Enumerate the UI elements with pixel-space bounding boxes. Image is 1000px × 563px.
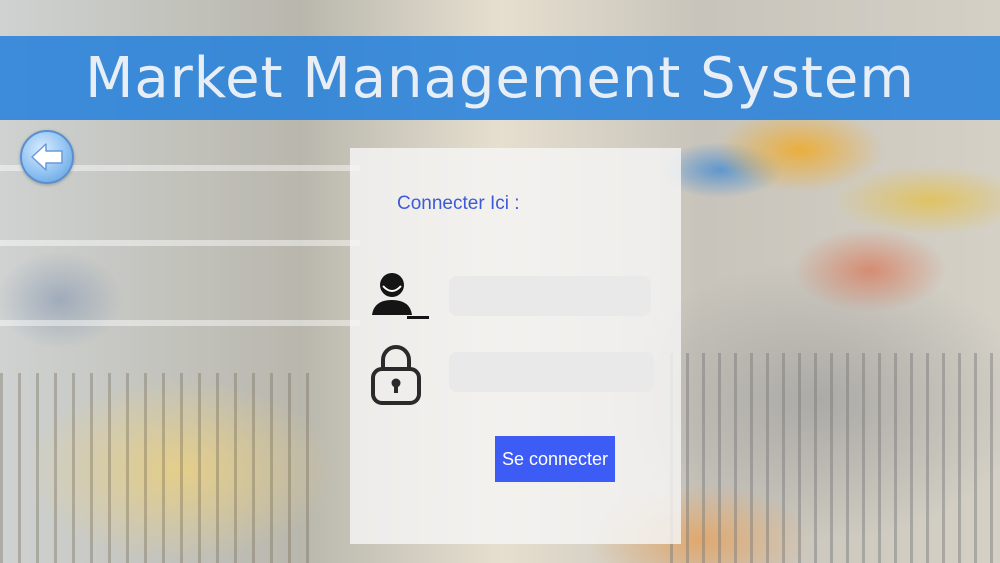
login-panel: Connecter Ici : Se connecter: [350, 148, 681, 544]
user-icon: [372, 273, 429, 319]
title-bar: Market Management System: [0, 36, 1000, 120]
shelf-decoration: [0, 240, 360, 246]
back-arrow-icon: [31, 143, 63, 171]
lock-icon: [371, 345, 421, 405]
username-field[interactable]: [449, 276, 651, 316]
cart-decoration: [670, 353, 1000, 563]
password-field[interactable]: [449, 352, 654, 392]
app-title: Market Management System: [85, 45, 915, 111]
cart-decoration: [0, 373, 320, 563]
back-button[interactable]: [20, 130, 74, 184]
shelf-decoration: [0, 320, 360, 326]
login-heading: Connecter Ici :: [397, 193, 520, 214]
login-button[interactable]: Se connecter: [495, 436, 615, 482]
